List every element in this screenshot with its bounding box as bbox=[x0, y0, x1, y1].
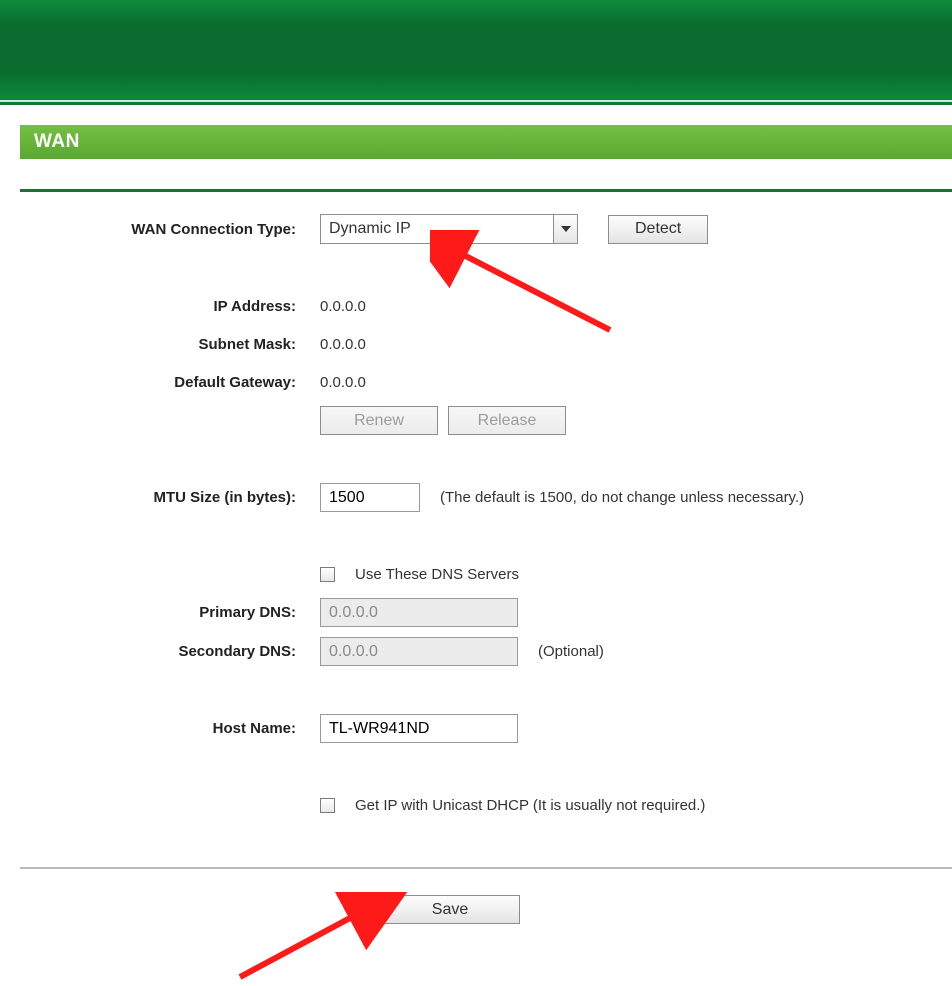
default-gateway-label: Default Gateway: bbox=[20, 374, 320, 391]
divider bbox=[20, 867, 952, 869]
use-dns-label: Use These DNS Servers bbox=[355, 566, 519, 583]
detect-button[interactable]: Detect bbox=[608, 215, 708, 244]
release-button[interactable]: Release bbox=[448, 406, 566, 435]
secondary-dns-input bbox=[320, 637, 518, 666]
primary-dns-label: Primary DNS: bbox=[20, 604, 320, 621]
subnet-mask-label: Subnet Mask: bbox=[20, 336, 320, 353]
ip-address-value: 0.0.0.0 bbox=[320, 298, 952, 315]
default-gateway-value: 0.0.0.0 bbox=[320, 374, 952, 391]
subnet-mask-value: 0.0.0.0 bbox=[320, 336, 952, 353]
secondary-dns-label: Secondary DNS: bbox=[20, 643, 320, 660]
mtu-size-label: MTU Size (in bytes): bbox=[20, 489, 320, 506]
top-banner bbox=[0, 0, 952, 105]
section-title: WAN bbox=[20, 125, 952, 159]
wan-conn-type-value: Dynamic IP bbox=[321, 215, 553, 243]
mtu-size-input[interactable] bbox=[320, 483, 420, 512]
chevron-down-icon[interactable] bbox=[553, 215, 577, 243]
use-dns-checkbox[interactable] bbox=[320, 567, 335, 582]
primary-dns-input bbox=[320, 598, 518, 627]
mtu-note: (The default is 1500, do not change unle… bbox=[440, 489, 804, 506]
unicast-dhcp-checkbox[interactable] bbox=[320, 798, 335, 813]
wan-conn-type-label: WAN Connection Type: bbox=[20, 221, 320, 238]
ip-address-label: IP Address: bbox=[20, 298, 320, 315]
wan-conn-type-select[interactable]: Dynamic IP bbox=[320, 214, 578, 244]
renew-button[interactable]: Renew bbox=[320, 406, 438, 435]
secondary-dns-optional: (Optional) bbox=[538, 643, 604, 660]
unicast-dhcp-label: Get IP with Unicast DHCP (It is usually … bbox=[355, 797, 705, 814]
save-button[interactable]: Save bbox=[380, 895, 520, 924]
host-name-label: Host Name: bbox=[20, 720, 320, 737]
divider bbox=[20, 189, 952, 192]
host-name-input[interactable] bbox=[320, 714, 518, 743]
